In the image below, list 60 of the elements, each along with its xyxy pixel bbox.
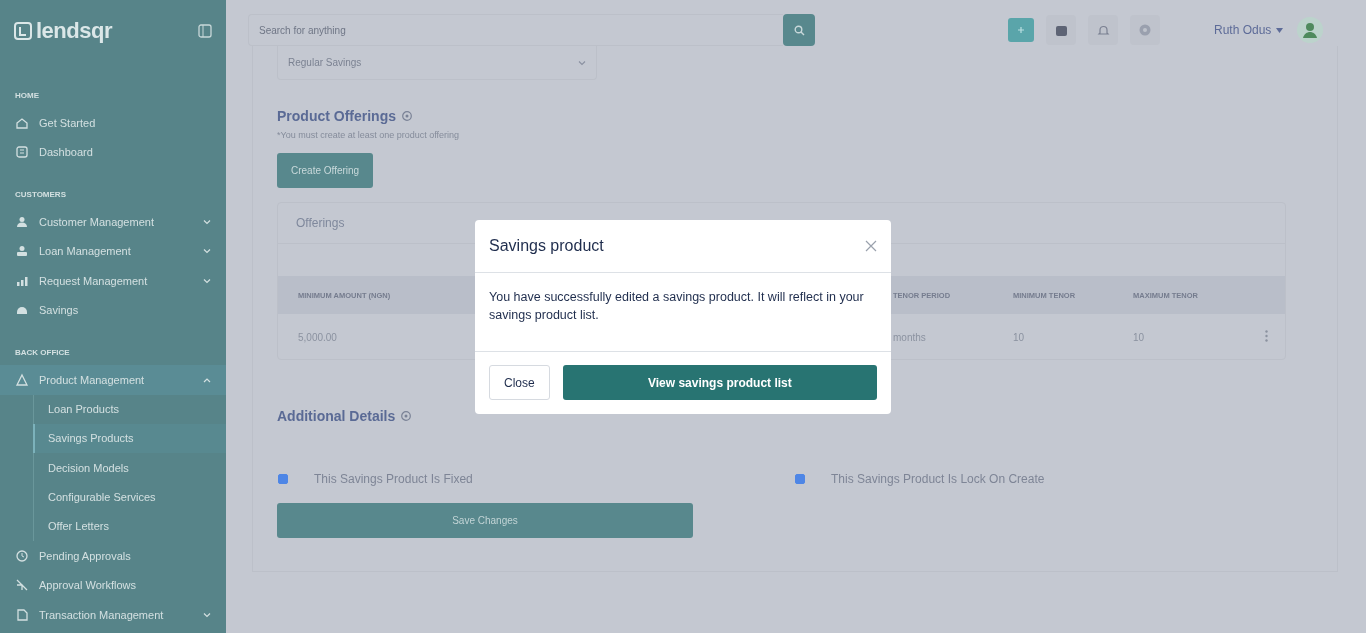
nav-subitem[interactable]: Offer Letters — [33, 511, 226, 541]
caret-icon — [1276, 27, 1284, 33]
nav-icon — [15, 548, 29, 563]
add-button[interactable] — [1008, 18, 1034, 42]
notification-button[interactable] — [1088, 15, 1118, 45]
nav-item[interactable]: Loan Management — [0, 236, 226, 266]
nav-icon — [15, 578, 29, 593]
nav-item[interactable]: Request Management — [0, 266, 226, 296]
chevron-icon — [203, 276, 211, 285]
save-changes-button[interactable]: Save Changes — [277, 503, 693, 538]
logo-icon — [14, 22, 32, 40]
sidebar-toggle-icon[interactable] — [198, 24, 212, 38]
nav-subitem[interactable]: Decision Models — [33, 453, 226, 483]
nav-item[interactable]: Approval Workflows — [0, 570, 226, 600]
nav-item[interactable]: Transaction Management — [0, 600, 226, 630]
nav-subitem[interactable]: Loan Products — [33, 394, 226, 424]
nav-item[interactable]: Product Management — [0, 365, 226, 395]
chevron-icon — [203, 217, 211, 226]
search-field[interactable]: Search for anything — [248, 14, 783, 46]
create-offering-button[interactable]: Create Offering — [277, 153, 374, 188]
search-icon — [793, 24, 805, 36]
user-menu[interactable]: Ruth Odus — [1214, 23, 1284, 37]
info-icon — [402, 111, 412, 121]
nav-icon — [15, 372, 29, 387]
nav-icon — [15, 244, 29, 259]
table-cell: months — [893, 331, 926, 343]
bell-icon — [1096, 23, 1110, 37]
plus-icon — [1017, 26, 1025, 34]
close-button[interactable]: Close — [489, 365, 550, 400]
nav-item[interactable]: Savings — [0, 295, 226, 325]
nav-subitem[interactable]: Configurable Services — [33, 482, 226, 512]
nav-item[interactable]: Get Started — [0, 108, 226, 138]
checkbox[interactable] — [278, 474, 288, 484]
close-icon[interactable] — [865, 240, 877, 252]
nav-icon — [15, 214, 29, 229]
chevron-icon — [578, 59, 586, 66]
search-button[interactable] — [783, 14, 815, 46]
section-title: Additional Details — [277, 408, 396, 424]
checkbox-label: This Savings Product Is Lock On Create — [831, 472, 1045, 486]
checkbox-label: This Savings Product Is Fixed — [314, 472, 473, 486]
section-title: Product Offerings — [277, 108, 396, 124]
nav-item[interactable]: Dashboard — [0, 137, 226, 167]
info-icon — [401, 411, 412, 421]
settings-button[interactable] — [1130, 15, 1160, 45]
product-type-select[interactable]: Regular Savings — [277, 46, 597, 80]
view-list-button[interactable]: View savings product list — [562, 365, 877, 400]
section-label: CUSTOMERS — [14, 189, 67, 201]
nav-icon — [15, 145, 29, 160]
nav-subitem[interactable]: Savings Products — [33, 423, 226, 454]
nav-item[interactable]: Pending Approvals — [0, 541, 226, 571]
section-label: BACK OFFICE — [14, 347, 71, 359]
checkbox[interactable] — [795, 474, 805, 484]
modal-message: You have successfully edited a savings product. It will reflect in your savings product list. — [489, 289, 865, 324]
nav-item[interactable]: Customer Management — [0, 207, 226, 237]
chevron-icon — [203, 247, 211, 256]
section-label: HOME — [14, 90, 40, 102]
nav-icon — [15, 607, 29, 622]
logo-text: lendsqr — [36, 18, 112, 44]
more-icon[interactable] — [1265, 330, 1268, 342]
chevron-icon — [203, 610, 211, 619]
